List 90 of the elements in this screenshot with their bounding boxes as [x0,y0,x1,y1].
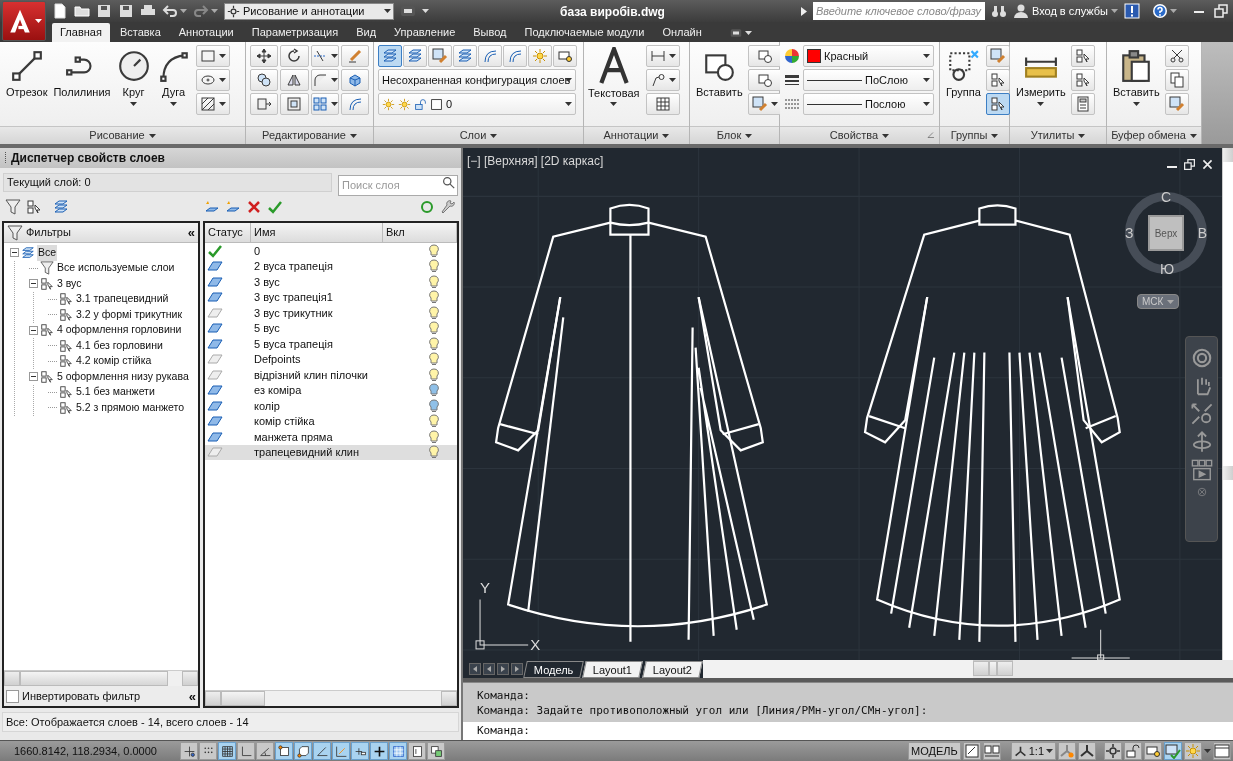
line-button[interactable]: Отрезок [4,45,50,123]
view-face[interactable]: Верх [1148,215,1184,251]
window-title: база виробів.dwg [560,4,665,21]
ribbon-tab[interactable]: Подключаемые модули [516,23,653,42]
current-layer-label: Текущий слой: 0 [3,173,332,192]
layer-name: відрізний клин пілочки [253,367,369,383]
group-button[interactable]: Группа [944,45,983,123]
invert-filter-label: Инвертировать фильтр [22,688,142,704]
ribbon-tab[interactable]: Главная [52,23,110,42]
layer-name: манжета пряма [253,429,334,445]
layer-name: 0 [253,243,262,259]
layer-name: 2 вуса трапеція [253,259,334,274]
search-field[interactable]: Введите ключевое слово/фразу [812,2,985,20]
compass-label[interactable]: С [1161,189,1172,205]
column-header[interactable]: Статус [205,223,251,242]
drawing-canvas[interactable]: [−] [Верхняя] [2D каркас] Y X С З Верх В Ю МСК [463,148,1222,660]
insert-block-button[interactable]: Вставить [694,45,745,123]
polyline-button[interactable]: Полилиния [51,45,113,123]
filter-tree-item[interactable]: 4.1 без горловини [75,337,164,354]
panel-title-button[interactable]: Утилиты [1010,126,1106,144]
linetype-dropdown[interactable]: Послою [803,93,934,115]
ribbon-tab[interactable]: Управление [386,23,464,42]
layout-tab[interactable]: Layout2 [641,660,703,678]
filter-tree-item[interactable]: 3.1 трапецевидний [75,291,170,308]
layer-name: 3 вус трапеція1 [253,290,334,305]
filter-tree-item[interactable]: 5.2 з прямою манжето [75,399,186,416]
model-space-label[interactable]: МОДЕЛЬ [908,742,961,760]
panel-title-button[interactable]: Группы [940,126,1009,144]
compass-label[interactable]: З [1125,225,1134,241]
ribbon-tab[interactable]: Аннотации [170,23,242,42]
panel-title-button[interactable]: Слои [374,126,583,144]
ribbon-tab[interactable]: Вставка [111,23,169,42]
circle-button[interactable]: Круг [114,45,153,123]
layer-name: 3 вус [253,274,281,290]
text-button[interactable]: Текстовая [588,45,640,123]
command-prompt[interactable]: Команда: [463,722,1233,740]
panel-title-button[interactable]: Рисование [0,126,245,144]
panel-title-button[interactable]: Редактирование [246,126,373,144]
panel-title-button[interactable]: Буфер обмена [1107,126,1201,144]
panel-title-button[interactable]: Блок [690,126,779,144]
ribbon-tab[interactable]: Параметризация [243,23,347,42]
palette-title: Диспетчер свойств слоев [11,150,165,167]
x-axis-label: X [530,635,541,653]
lineweight-dropdown[interactable]: ПоСлою [803,69,934,91]
collapse-button[interactable]: « [188,689,196,703]
collapse-button[interactable]: « [187,226,195,239]
column-header[interactable]: Имя [251,223,383,242]
arc-button[interactable]: Дуга [154,45,193,123]
y-axis-label: Y [480,579,491,597]
workspace-dropdown[interactable]: Рисование и аннотации [224,2,394,20]
filter-tree-item[interactable]: 4.2 комір стійка [75,353,153,370]
layout-tab[interactable]: Layout1 [582,660,644,678]
layer-name: 3 вус трикутник [253,305,334,321]
layer-name: трапецевидний клин [253,445,361,460]
layer-name: 5 вуса трапеція [253,336,334,352]
layer-name: комір стійка [253,414,316,429]
filter-tree-item[interactable]: Все используемые слои [56,260,176,277]
filter-tree-item[interactable]: 3.2 у формі трикутник [75,306,183,323]
filter-tree-item[interactable]: 3 вус [56,275,83,292]
ribbon-tab[interactable]: Вид [348,23,385,42]
coordinates-readout: 1660.8142, 118.2934, 0.0000 [13,743,158,759]
layer-search-field[interactable]: Поиск слоя [338,174,458,196]
layer-name: ез коміра [253,383,303,398]
viewport-label[interactable]: [−] [Верхняя] [2D каркас] [467,152,604,170]
command-history-line: Команда: Задайте противоположный угол или [Линия/РМн-угол/СМн-угол]: [477,702,929,718]
paste-button[interactable]: Вставить [1111,45,1162,123]
filter-tree-item[interactable]: Все [37,244,58,261]
filter-tree-item[interactable]: 5.1 без манжети [75,384,156,401]
layer-name: Defpoints [253,352,302,367]
color-dropdown[interactable]: Красный [803,45,934,67]
panel-title-button[interactable]: Свойства [780,126,939,144]
compass-label[interactable]: В [1197,225,1207,241]
column-header[interactable]: Вкл [383,223,457,242]
layer-name: 5 вус [253,321,281,336]
layout-tab[interactable]: Модель [523,660,585,678]
ribbon-tab[interactable]: Вывод [465,23,515,42]
panel-title-button[interactable]: Аннотации [584,126,689,144]
sign-in-button[interactable]: Вход в службы [1012,2,1118,20]
compass-label[interactable]: Ю [1160,261,1175,277]
annotation-scale-button[interactable]: 1:1 [1010,742,1056,760]
filter-tree-item[interactable]: 4 оформлення горловини [56,322,183,339]
filter-tree-item[interactable]: 5 оформлення низу рукава [56,368,190,385]
ribbon-tab[interactable]: Онлайн [654,23,710,42]
command-history-line: Команда: [477,687,531,703]
layer-dropdown[interactable]: 0 [378,93,576,115]
filters-header: Фильтры [26,225,72,241]
layer-summary: Все: Отображается слоев - 14, всего слоев - 14 [2,712,459,732]
measure-button[interactable]: Измерить [1014,45,1068,123]
layer-name: колір [253,398,281,414]
view-cube[interactable]: С З Верх В Ю [1125,192,1207,274]
